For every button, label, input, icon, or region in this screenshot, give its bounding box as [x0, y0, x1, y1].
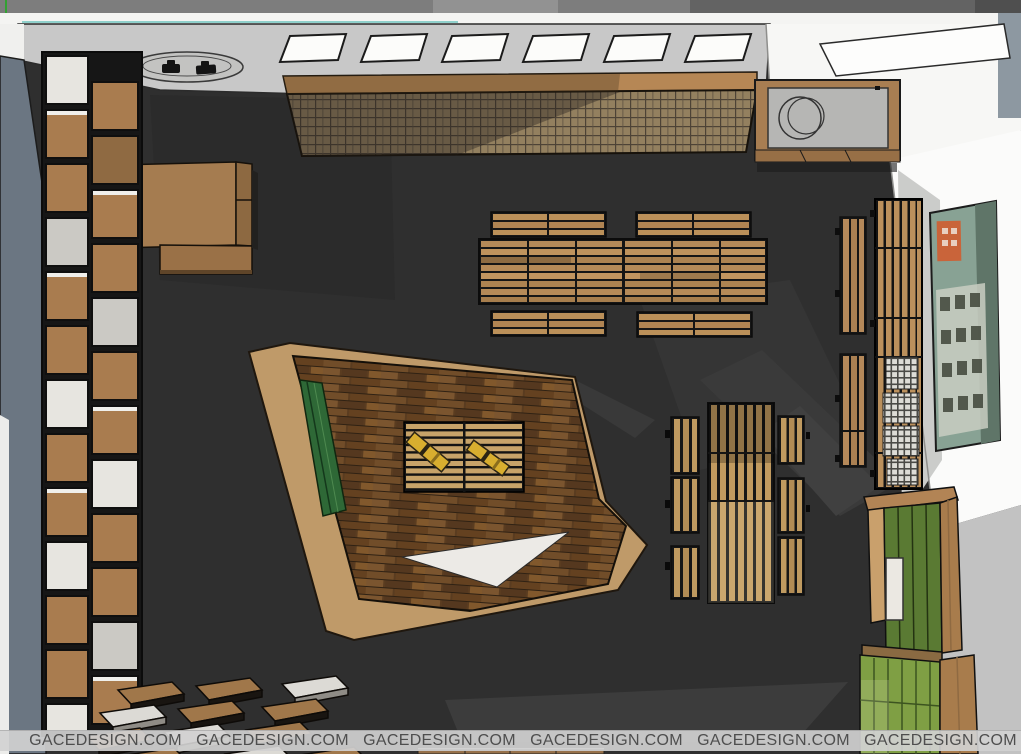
- left-cube-shelving: [42, 52, 142, 736]
- round-rug-with-chairs: [131, 52, 243, 82]
- service-counter: [755, 80, 900, 172]
- skylight-window: [280, 34, 346, 62]
- bench-seat: [491, 212, 606, 237]
- wall-poster: [930, 201, 1000, 451]
- interior-render: [0, 0, 1021, 754]
- watermark-text: GACEDESIGN.COM: [690, 732, 857, 750]
- wide-slat-unit: [875, 199, 922, 489]
- render-canvas: GACEDESIGN.COM GACEDESIGN.COM GACEDESIGN…: [0, 0, 1021, 754]
- skylight-window: [361, 34, 427, 62]
- skylight-window: [685, 34, 751, 62]
- skylight-window: [604, 34, 670, 62]
- large-table: [479, 239, 767, 304]
- mesh-basket: [883, 357, 919, 485]
- watermark-text: GACEDESIGN.COM: [22, 732, 189, 750]
- watermark-text: GACEDESIGN.COM: [189, 732, 356, 750]
- bench-seat: [778, 416, 804, 595]
- top-wall-cap: [0, 13, 1021, 25]
- bench-seat: [671, 417, 699, 599]
- bench-seat: [491, 311, 606, 336]
- watermark-text: GACEDESIGN.COM: [523, 732, 690, 750]
- slatted-display-panel: [283, 72, 757, 156]
- axis-line-green: [5, 0, 7, 13]
- vertical-reading-tables: [665, 403, 810, 603]
- large-table: [708, 403, 774, 603]
- watermark-text: GACEDESIGN.COM: [356, 732, 523, 750]
- bench-seat: [637, 312, 752, 337]
- watermark-text: GACEDESIGN.COM: [857, 732, 1021, 750]
- bench-seat: [636, 212, 751, 237]
- watermark-band: GACEDESIGN.COM GACEDESIGN.COM GACEDESIGN…: [0, 730, 1021, 751]
- platform-slatted-table: [404, 422, 524, 492]
- poster-logo: [937, 221, 962, 261]
- skylight-window: [523, 34, 589, 62]
- skylight-window: [442, 34, 508, 62]
